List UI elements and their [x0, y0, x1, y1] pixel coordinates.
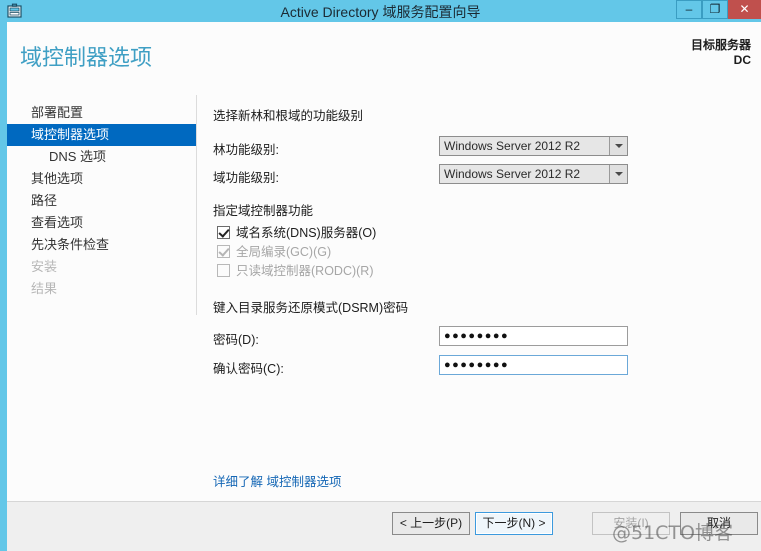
target-server-info: 目标服务器 DC	[691, 38, 751, 68]
forest-functional-level-label: 林功能级别:	[213, 143, 279, 157]
watermark-overlay: @51CTO博客	[612, 522, 734, 544]
sidebar-item-results: 结果	[31, 281, 58, 296]
domain-functional-level-select[interactable]: Windows Server 2012 R2	[439, 164, 628, 184]
learn-more-link[interactable]: 详细了解 域控制器选项	[213, 471, 341, 490]
functional-level-heading: 选择新林和根域的功能级别	[213, 109, 364, 123]
sidebar-item-paths[interactable]: 路径	[7, 190, 196, 212]
close-button[interactable]: ✕	[728, 0, 761, 19]
accent-strip	[0, 22, 7, 551]
page-header: 域控制器选项 目标服务器 DC	[7, 22, 761, 95]
confirm-password-masked-value: ●●●●●●●●	[444, 359, 510, 371]
sidebar-divider	[196, 95, 197, 315]
wizard-steps-nav: 部署配置 域控制器选项 DNS 选项 其他选项 路径 查看选项 先决条件检查 安…	[7, 102, 196, 300]
title-bar: Active Directory 域服务配置向导 – ❐ ✕	[0, 0, 761, 22]
forest-functional-level-select[interactable]: Windows Server 2012 R2	[439, 136, 628, 156]
window-title: Active Directory 域服务配置向导	[280, 4, 481, 20]
sidebar-item-domain-controller-options[interactable]: 域控制器选项	[7, 124, 196, 146]
password-label: 密码(D):	[213, 333, 259, 347]
sidebar-item-additional-options[interactable]: 其他选项	[7, 168, 196, 190]
domain-functional-level-label: 域功能级别:	[213, 171, 279, 185]
global-catalog-checkbox	[217, 245, 230, 258]
password-masked-value: ●●●●●●●●	[444, 330, 510, 342]
domain-functional-level-value: Windows Server 2012 R2	[444, 167, 581, 181]
sidebar-item-prerequisites-check[interactable]: 先决条件检查	[7, 234, 196, 256]
dns-server-label: 域名系统(DNS)服务器(O)	[236, 226, 377, 240]
rodc-checkbox	[217, 264, 230, 277]
target-server-label: 目标服务器	[690, 38, 751, 52]
chevron-down-icon[interactable]	[609, 137, 627, 155]
wizard-body: 部署配置 域控制器选项 DNS 选项 其他选项 路径 查看选项 先决条件检查 安…	[7, 95, 761, 501]
global-catalog-label: 全局编录(GC)(G)	[236, 245, 332, 259]
dsrm-confirm-password-input[interactable]: ●●●●●●●●	[439, 355, 628, 375]
dns-server-checkbox[interactable]	[217, 226, 230, 239]
confirm-password-label: 确认密码(C):	[213, 362, 284, 376]
dsrm-password-input[interactable]: ●●●●●●●●	[439, 326, 628, 346]
target-server-name: DC	[733, 53, 751, 67]
sidebar-item-dns-options[interactable]: DNS 选项	[7, 146, 196, 168]
minimize-button[interactable]: –	[676, 0, 702, 19]
dsrm-password-heading: 键入目录服务还原模式(DSRM)密码	[213, 301, 409, 315]
sidebar-item-review-options[interactable]: 查看选项	[7, 212, 196, 234]
capabilities-heading: 指定域控制器功能	[213, 204, 314, 218]
page-title: 域控制器选项	[20, 45, 153, 70]
next-button[interactable]: 下一步(N) >	[475, 512, 553, 535]
previous-button[interactable]: < 上一步(P)	[392, 512, 470, 535]
forest-functional-level-value: Windows Server 2012 R2	[444, 139, 581, 153]
ad-ds-configuration-wizard-window: Active Directory 域服务配置向导 – ❐ ✕ 域控制器选项 目标…	[0, 0, 761, 551]
sidebar-item-deployment-config[interactable]: 部署配置	[7, 102, 196, 124]
rodc-label: 只读域控制器(RODC)(R)	[236, 264, 374, 278]
sidebar-item-installation: 安装	[31, 259, 58, 274]
chevron-down-icon[interactable]	[609, 165, 627, 183]
maximize-button[interactable]: ❐	[702, 0, 728, 19]
